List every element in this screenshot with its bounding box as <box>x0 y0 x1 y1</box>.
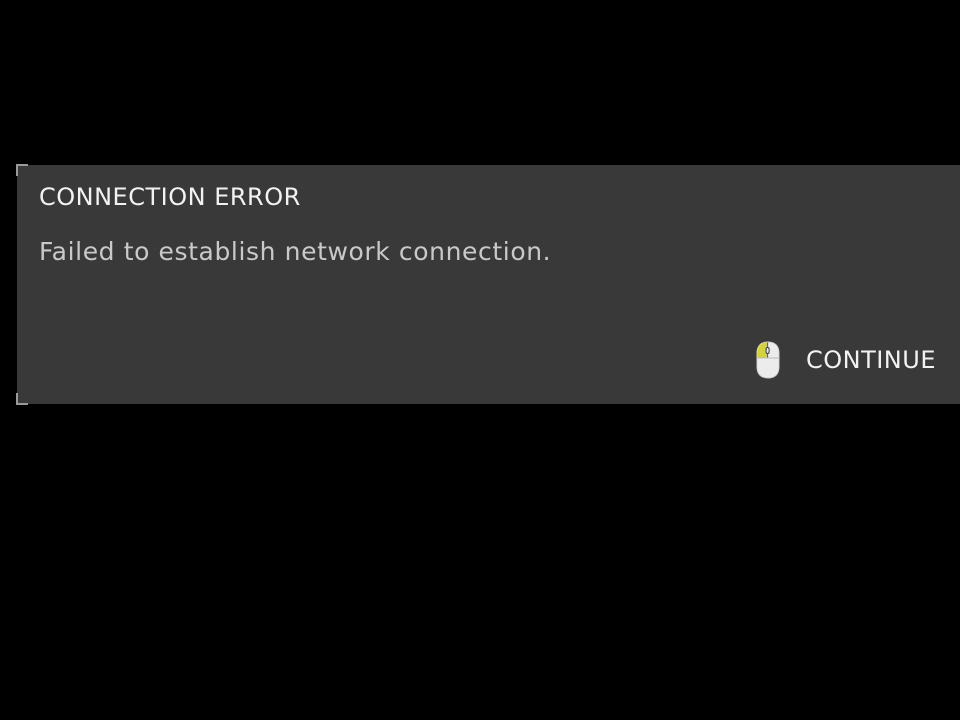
continue-button[interactable]: CONTINUE <box>756 341 936 379</box>
dialog-corner-bracket <box>16 164 28 176</box>
mouse-left-click-icon <box>756 341 780 379</box>
dialog-message: Failed to establish network connection. <box>39 237 552 266</box>
dialog-title: CONNECTION ERROR <box>39 183 301 211</box>
dialog-corner-bracket <box>16 393 28 405</box>
connection-error-dialog: CONNECTION ERROR Failed to establish net… <box>16 164 960 405</box>
continue-label: CONTINUE <box>805 346 936 374</box>
